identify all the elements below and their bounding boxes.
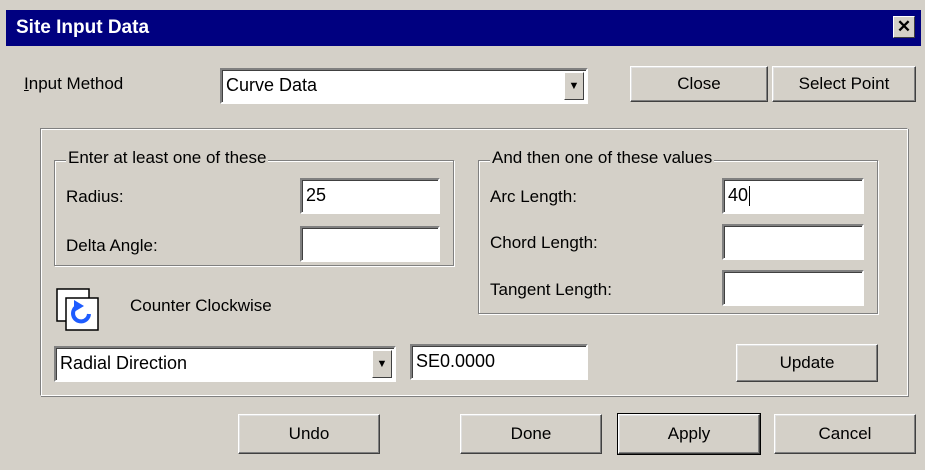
chevron-down-icon[interactable]: ▼	[564, 72, 584, 100]
tangent-length-label: Tangent Length:	[490, 280, 612, 299]
direction-label: Counter Clockwise	[130, 296, 272, 315]
select-point-button-label: Select Point	[798, 74, 890, 93]
radius-field[interactable]: 25	[300, 178, 440, 214]
select-point-button[interactable]: Select Point	[772, 66, 916, 102]
delta-angle-field[interactable]	[300, 226, 440, 262]
radius-value: 25	[306, 185, 327, 205]
window-title: Site Input Data	[16, 17, 150, 38]
counter-clockwise-icon[interactable]	[56, 288, 100, 332]
delta-angle-label: Delta Angle:	[66, 236, 158, 255]
arc-length-field[interactable]: 40	[722, 178, 864, 214]
site-input-data-dialog: Site Input Data ✕ Input Method Curve Dat…	[0, 0, 925, 470]
radial-direction-select[interactable]: Radial Direction ▼	[54, 346, 396, 382]
arc-length-label: Arc Length:	[490, 187, 577, 206]
apply-button-label: Apply	[667, 424, 711, 443]
apply-button[interactable]: Apply	[617, 413, 761, 455]
bearing-value: SE0.0000	[416, 351, 496, 371]
cancel-button-label: Cancel	[818, 424, 872, 443]
update-button[interactable]: Update	[736, 344, 878, 382]
chord-length-field[interactable]	[722, 224, 864, 260]
done-button-label: Done	[510, 424, 552, 443]
input-method-label-text: nput Method	[28, 74, 124, 93]
title-bar: Site Input Data ✕	[6, 10, 921, 46]
tangent-length-field[interactable]	[722, 270, 864, 306]
radius-label: Radius:	[66, 187, 124, 206]
update-button-label: Update	[779, 353, 835, 372]
close-button[interactable]: Close	[630, 66, 768, 102]
chevron-down-icon[interactable]: ▼	[372, 350, 392, 378]
cancel-button[interactable]: Cancel	[774, 414, 916, 454]
done-button[interactable]: Done	[460, 414, 602, 454]
group-right-legend: And then one of these values	[490, 148, 715, 168]
input-method-label: Input Method	[24, 74, 124, 93]
undo-button-label: Undo	[288, 424, 330, 443]
close-window-icon[interactable]: ✕	[893, 16, 915, 38]
chord-length-label: Chord Length:	[490, 233, 598, 252]
arc-length-value: 40	[728, 185, 749, 205]
undo-button[interactable]: Undo	[238, 414, 380, 454]
radial-direction-value: Radial Direction	[60, 353, 188, 373]
text-cursor	[749, 186, 751, 207]
input-method-select[interactable]: Curve Data ▼	[220, 68, 588, 104]
group-left-legend: Enter at least one of these	[66, 148, 269, 168]
input-method-value: Curve Data	[226, 75, 318, 95]
close-button-label: Close	[677, 74, 721, 93]
bearing-field[interactable]: SE0.0000	[410, 344, 588, 380]
